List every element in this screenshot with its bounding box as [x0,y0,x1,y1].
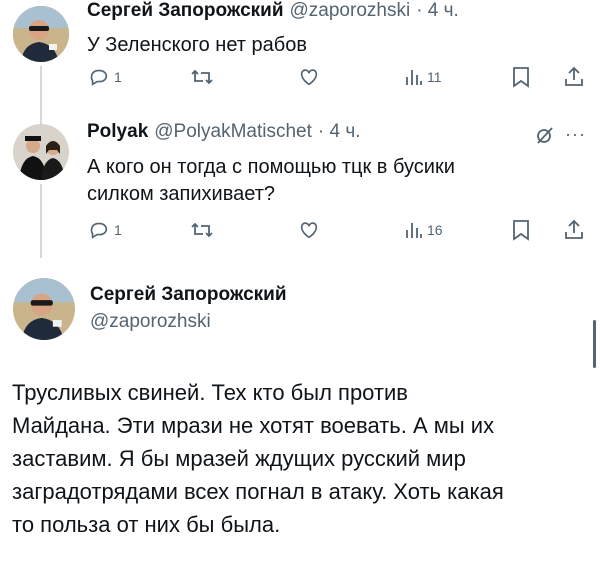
tweet-text: А кого он тогда с помощью тцк в бусики с… [87,154,455,208]
thread-line [40,184,42,258]
tweet-text-line: силком запихивает? [87,183,275,205]
tweet-time[interactable]: · 4 ч. [416,0,459,22]
views-icon [406,70,422,85]
like-icon [300,69,318,86]
author-handle[interactable]: @PolyakMatischet [154,121,312,143]
retweet-icon [191,222,213,238]
main-tweet-text: Трусливых свиней. Тех кто был против Май… [12,376,592,541]
views-count: 11 [427,69,442,85]
avatar-zaporozhski[interactable] [13,278,75,340]
reply-count: 1 [114,222,122,238]
author-name[interactable]: Сергей Запорожский [90,284,287,306]
more-icon: ··· [565,124,586,144]
main-tweet-line: Майдана. Эти мрази не хотят воевать. А м… [12,413,495,438]
views-button[interactable]: 11 [405,68,442,86]
author-handle[interactable]: @zaporozhski [90,311,211,333]
bookmark-icon [513,220,529,241]
scrollbar[interactable] [593,320,596,368]
views-button[interactable]: 16 [405,221,443,239]
main-tweet-line: то польза от них бы была. [12,512,281,537]
retweet-button[interactable] [190,66,214,88]
grok-button[interactable] [535,125,555,150]
reply-icon [90,69,108,86]
views-count: 16 [427,222,443,238]
avatar-polyak[interactable] [13,124,69,180]
views-icon [406,223,422,238]
author-handle[interactable]: @zaporozhski [290,0,411,22]
bookmark-button[interactable] [511,66,531,88]
author-name[interactable]: Polyak [87,121,148,143]
tweet-text-line: А кого он тогда с помощью тцк в бусики [87,156,455,178]
bookmark-icon [513,67,529,88]
share-button[interactable] [563,219,585,241]
retweet-button[interactable] [190,219,214,241]
grok-icon [537,127,553,144]
avatar-zaporozhski[interactable] [13,6,69,62]
like-button[interactable] [298,219,320,241]
main-tweet-line: Трусливых свиней. Тех кто был против [12,380,408,405]
share-icon [565,66,583,86]
like-button[interactable] [298,66,320,88]
tweet-text: У Зеленского нет рабов [87,34,307,56]
tweet-time[interactable]: · 4 ч. [318,121,361,143]
main-tweet-line: заставим. Я бы мразей ждущих русский мир [12,446,466,471]
like-icon [300,222,318,239]
share-button[interactable] [563,66,585,88]
more-button[interactable]: ··· [565,124,586,145]
reply-count: 1 [114,69,122,85]
thread-line [40,66,42,124]
share-icon [565,219,583,239]
retweet-icon [191,69,213,85]
bookmark-button[interactable] [511,219,531,241]
reply-button[interactable]: 1 [88,66,122,88]
reply-button[interactable]: 1 [88,219,122,241]
author-name[interactable]: Сергей Запорожский [87,0,284,22]
main-tweet-line: заградотрядами всех погнал в атаку. Хоть… [12,479,504,504]
reply-icon [90,222,108,239]
